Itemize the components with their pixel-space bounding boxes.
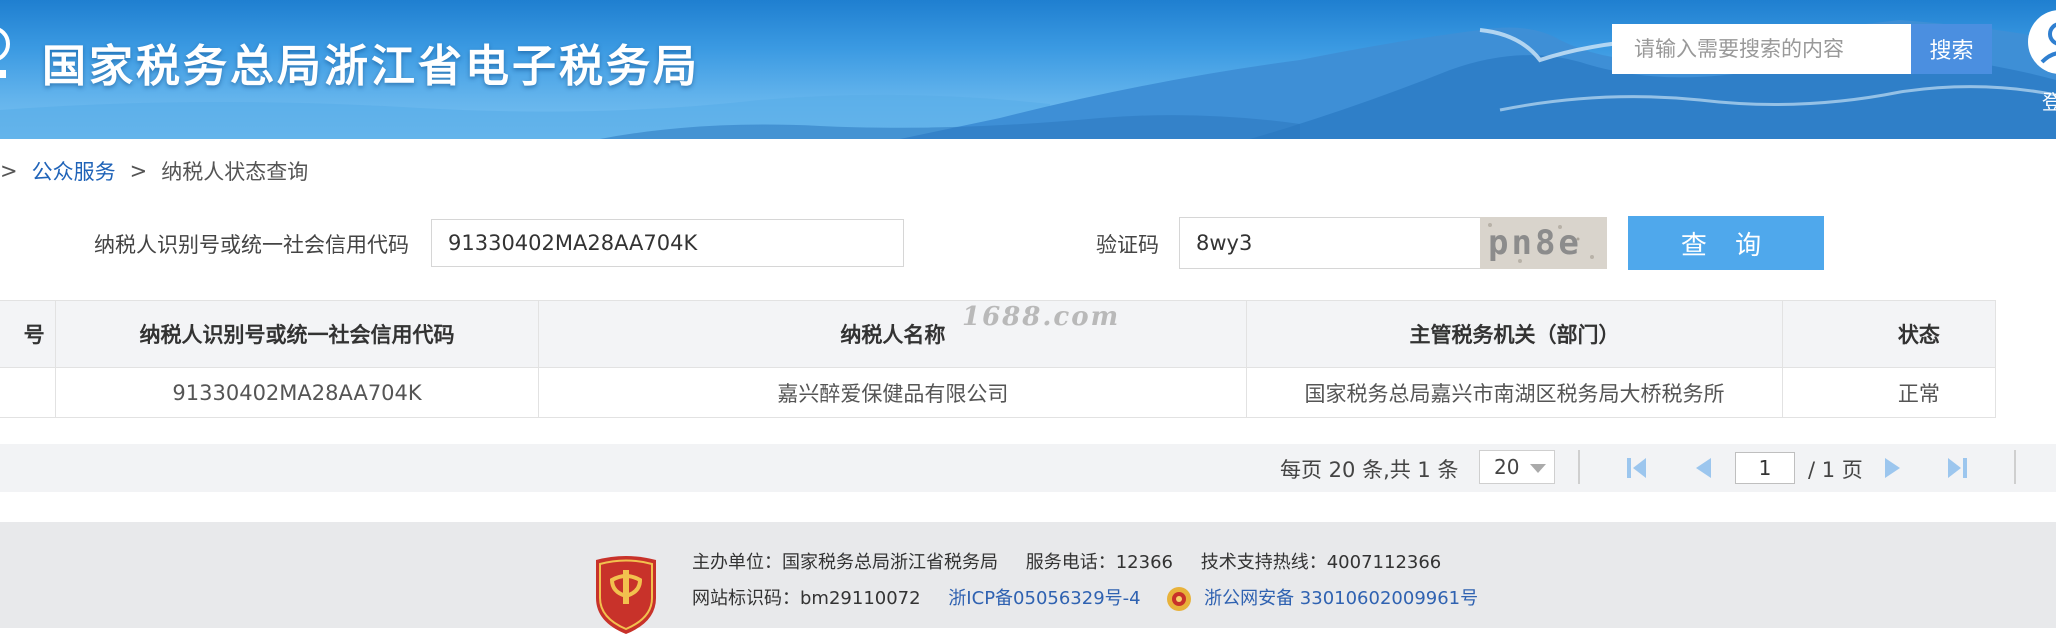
taxpayer-id-label: 纳税人识别号或统一社会信用代码 (94, 233, 409, 257)
query-button[interactable]: 查 询 (1628, 216, 1824, 270)
breadcrumb-link-public-services[interactable]: 公众服务 (32, 156, 116, 186)
footer-site-id: 网站标识码：bm29110072 (692, 588, 921, 609)
user-icon (2028, 10, 2056, 74)
cell-status: 正常 (1781, 367, 1997, 418)
cell-index (0, 367, 56, 418)
page-size-value: 20 (1494, 455, 1520, 479)
footer: 主办单位：国家税务总局浙江省税务局 服务电话：12366 技术支持热线：4007… (0, 522, 2056, 634)
footer-host: 主办单位：国家税务总局浙江省税务局 (692, 552, 998, 573)
footer-line-1: 主办单位：国家税务总局浙江省税务局 服务电话：12366 技术支持热线：4007… (692, 548, 1441, 574)
taxpayer-id-input[interactable] (431, 219, 904, 267)
chevron-down-icon (1530, 464, 1546, 473)
page-total: / 1 页 (1808, 458, 1863, 482)
watermark: 1688.com (962, 302, 1121, 332)
search-input[interactable] (1612, 24, 1911, 74)
column-header-taxpayer-id: 纳税人识别号或统一社会信用代码 (54, 300, 540, 368)
site-title: 国家税务总局浙江省电子税务局 (42, 41, 700, 92)
captcha-code: pn8e (1488, 223, 1582, 263)
site-search: 搜索 (1612, 24, 1992, 74)
table-row: 91330402MA28AA704K 嘉兴醉爱保健品有限公司 国家税务总局嘉兴市… (0, 367, 1997, 418)
police-badge-icon (1167, 587, 1192, 611)
column-header-status: 状态 (1781, 300, 1997, 368)
footer-phone: 服务电话：12366 (1025, 552, 1173, 573)
pagination-divider (1578, 450, 1580, 484)
login-label: 登 (2042, 90, 2056, 114)
breadcrumb-current: 纳税人状态查询 (161, 160, 309, 184)
cell-tax-authority: 国家税务总局嘉兴市南湖区税务局大桥税务所 (1246, 367, 1783, 418)
captcha-input[interactable] (1179, 217, 1482, 269)
next-page-icon[interactable] (1880, 456, 1906, 480)
tax-emblem-icon (0, 27, 10, 78)
column-header-taxpayer-name: 纳税人名称 (538, 300, 1248, 368)
pagination-bar: 每页 20 条,共 1 条 20 / 1 页 (0, 444, 2056, 492)
breadcrumb-separator: > (129, 159, 148, 183)
header-banner: 国家税务总局浙江省电子税务局 搜索 登 (0, 0, 2056, 139)
last-page-icon[interactable] (1944, 456, 1970, 480)
cell-taxpayer-name: 嘉兴醉爱保健品有限公司 (538, 367, 1248, 418)
column-header-tax-authority: 主管税务机关（部门） (1246, 300, 1783, 368)
footer-line-2: 网站标识码：bm29110072 浙ICP备05056329号-4 浙公网安备 … (692, 584, 1478, 612)
page-number-input[interactable] (1735, 452, 1795, 484)
breadcrumb-separator: > (0, 159, 18, 183)
captcha-image[interactable]: pn8e (1480, 217, 1607, 269)
pagination-divider (2014, 450, 2016, 484)
police-record-link[interactable]: 浙公网安备 33010602009961号 (1204, 588, 1478, 609)
page-size-select[interactable]: 20 (1479, 450, 1555, 484)
footer-support: 技术支持热线：4007112366 (1200, 552, 1442, 573)
party-government-badge-icon[interactable] (590, 554, 662, 634)
captcha-label: 验证码 (1096, 233, 1159, 257)
icp-link[interactable]: 浙ICP备05056329号-4 (948, 588, 1140, 609)
first-page-icon[interactable] (1624, 456, 1650, 480)
column-header-index: 号 (0, 300, 56, 368)
previous-page-icon[interactable] (1690, 456, 1716, 480)
breadcrumb: > 公众服务 > 纳税人状态查询 (0, 156, 308, 186)
search-button[interactable]: 搜索 (1911, 24, 1992, 74)
cell-taxpayer-id: 91330402MA28AA704K (54, 367, 540, 418)
login-entry[interactable]: 登 (2026, 10, 2056, 114)
pagination-info: 每页 20 条,共 1 条 (1280, 458, 1459, 482)
